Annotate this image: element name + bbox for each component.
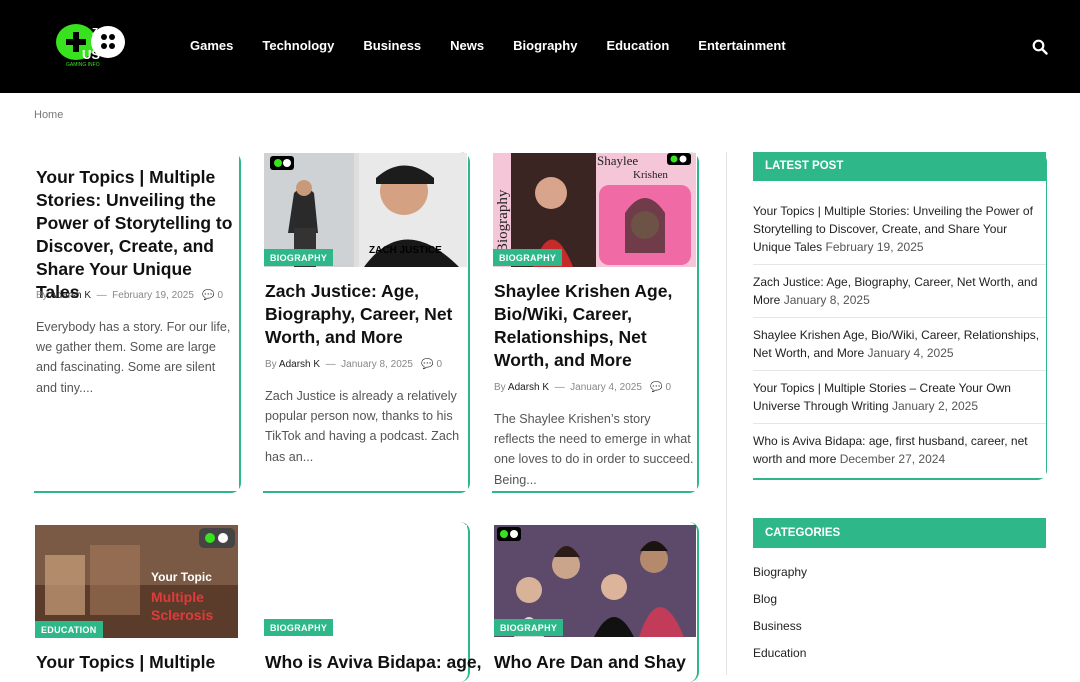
thumb-line-1: Your Topic [151,570,212,584]
post-card: Your Topics | Multiple Stories: Unveilin… [34,152,239,491]
main-nav: Games Technology Business News Biography… [190,38,815,53]
category-badge[interactable]: BIOGRAPHY [494,619,564,636]
post-title[interactable]: Your Topics | Multiple Stories: Unveilin… [36,166,236,304]
post-card: Biography Shaylee Krishen BIOGRAPHY Shay… [493,153,697,491]
nav-entertainment[interactable]: Entertainment [698,38,785,53]
category-item[interactable]: Blog [753,586,1046,613]
post-title[interactable]: Who Are Dan and Shay [494,651,694,674]
latest-post-item[interactable]: Who is Aviva Bidapa: age, first husband,… [753,424,1046,476]
post-date: January 4, 2025 [570,382,642,393]
svg-text:Z: Z [92,27,98,38]
nav-technology[interactable]: Technology [262,38,334,53]
category-badge[interactable]: BIOGRAPHY [264,249,334,266]
post-author[interactable]: Adarsh K [508,382,549,393]
latest-post-date: January 4, 2025 [867,346,954,360]
comment-icon: 💬 [421,359,434,370]
meta-by-label: By [494,382,506,393]
latest-post-item[interactable]: Zach Justice: Age, Biography, Career, Ne… [753,265,1046,318]
post-author[interactable]: Adarsh K [50,290,91,301]
post-meta: By Adarsh K — January 4, 2025 💬 0 [494,382,672,393]
nav-games[interactable]: Games [190,38,233,53]
post-date: January 8, 2025 [341,359,413,370]
nav-news[interactable]: News [450,38,484,53]
thumb-caption: ZACH JUSTICE [369,245,442,256]
thumb-line-2: Multiple [151,589,204,605]
latest-post-date: January 2, 2025 [891,399,979,413]
latest-post-item[interactable]: Shaylee Krishen Age, Bio/Wiki, Career, R… [753,318,1046,371]
categories-heading: CATEGORIES [753,518,1046,548]
post-title[interactable]: Who is Aviva Bidapa: age, [265,651,482,674]
site-header: Z US GAMING INFO Games Technology Busine… [0,0,1080,93]
thumb-line-3: Sclerosis [151,607,213,623]
thumb-name-2: Krishen [633,169,668,181]
comment-count[interactable]: 0 [436,359,442,370]
post-title[interactable]: Zach Justice: Age, Biography, Career, Ne… [265,280,465,349]
post-date: February 19, 2025 [112,290,194,301]
post-card: ZACH JUSTICE BIOGRAPHY Zach Justice: Age… [264,153,468,491]
latest-post-item[interactable]: Your Topics | Multiple Stories – Create … [753,371,1046,424]
meta-by-label: By [36,290,48,301]
sidebar-divider [726,152,727,675]
post-title[interactable]: Shaylee Krishen Age, Bio/Wiki, Career, R… [494,280,689,372]
breadcrumb[interactable]: Home [34,109,63,121]
meta-by-label: By [265,359,277,370]
category-badge[interactable]: EDUCATION [35,621,103,638]
comment-icon: 💬 [202,290,215,301]
search-icon[interactable] [1032,39,1048,55]
comment-count[interactable]: 0 [665,382,671,393]
post-card: BIOGRAPHY Who is Aviva Bidapa: age, [264,525,482,675]
latest-post-date: January 8, 2025 [783,293,870,307]
latest-post-date: February 19, 2025 [825,240,924,254]
latest-post-item[interactable]: Your Topics | Multiple Stories: Unveilin… [753,202,1046,265]
category-item[interactable]: Business [753,613,1046,640]
post-excerpt: Everybody has a story. For our life, we … [36,320,231,395]
category-badge[interactable]: BIOGRAPHY [493,249,563,266]
nav-education[interactable]: Education [606,38,669,53]
post-card: Your Topic Multiple Sclerosis EDUCATION … [35,525,238,675]
logo-subtitle: GAMING INFO [66,62,100,68]
post-meta: By Adarsh K — January 8, 2025 💬 0 [265,359,443,370]
latest-post-widget: LATEST POST Your Topics | Multiple Stori… [753,152,1046,478]
comment-icon: 💬 [650,382,663,393]
category-item[interactable]: Education [753,640,1046,667]
nav-biography[interactable]: Biography [513,38,577,53]
thumb-side-label: Biography [495,189,511,253]
latest-post-date: December 27, 2024 [839,452,946,466]
category-badge[interactable]: BIOGRAPHY [264,619,334,636]
site-logo[interactable]: Z US GAMING INFO [54,22,128,68]
comment-count[interactable]: 0 [217,290,223,301]
post-author[interactable]: Adarsh K [279,359,320,370]
logo-text: US [82,47,100,62]
post-excerpt: Zach Justice is already a relatively pop… [265,389,460,464]
nav-business[interactable]: Business [363,38,421,53]
post-card: BIOGRAPHY Who Are Dan and Shay [494,525,696,675]
latest-post-heading: LATEST POST [753,152,1046,181]
post-title[interactable]: Your Topics | Multiple [36,651,236,674]
post-meta: By Adarsh K — February 19, 2025 💬 0 [36,290,224,301]
post-excerpt: The Shaylee Krishen’s story reflects the… [494,412,694,487]
thumb-name-1: Shaylee [597,153,638,168]
categories-widget: CATEGORIES Biography Blog Business Educa… [753,518,1046,667]
category-item[interactable]: Biography [753,559,1046,586]
